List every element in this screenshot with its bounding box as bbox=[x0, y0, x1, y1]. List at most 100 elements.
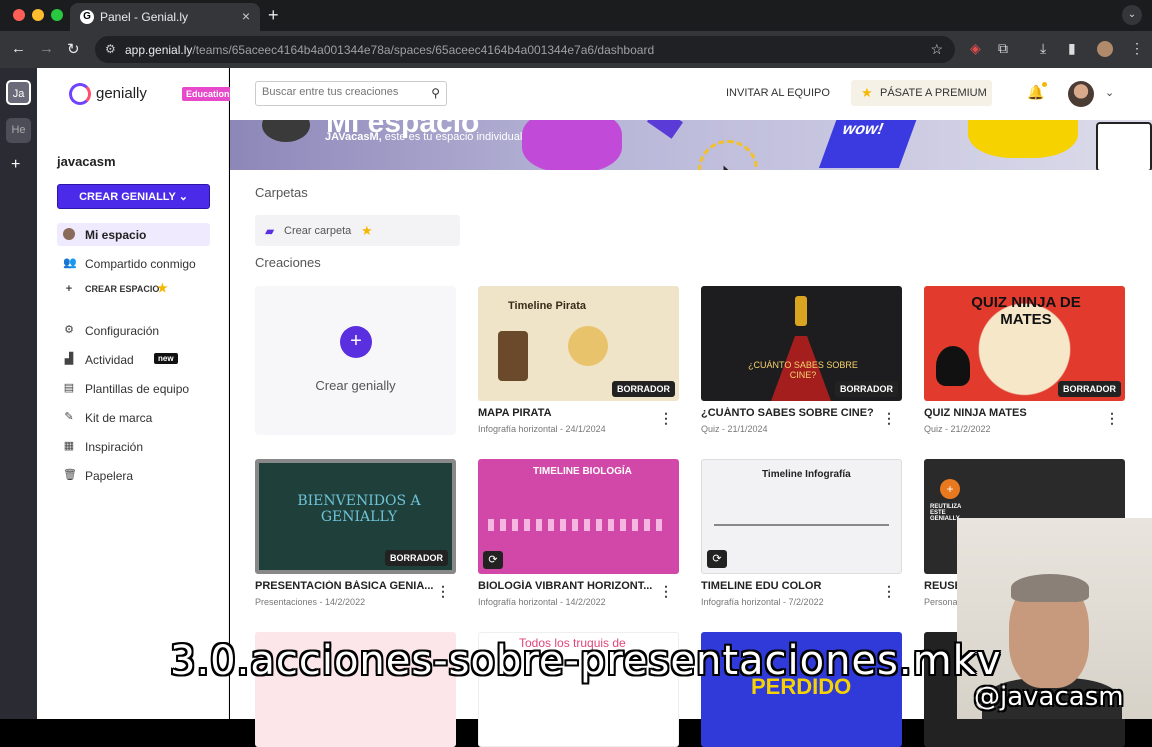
notifications-bell-icon[interactable]: 🔔 bbox=[1027, 82, 1048, 101]
plus-icon: + bbox=[340, 326, 372, 358]
back-icon[interactable]: ← bbox=[11, 40, 26, 57]
reload-icon[interactable]: ↻ bbox=[67, 40, 80, 58]
download-icon[interactable]: ⤓ bbox=[1040, 40, 1046, 57]
draft-badge: BORRADOR bbox=[385, 550, 448, 566]
create-genially-button[interactable]: CREAR GENIALLY ⌄ bbox=[57, 184, 210, 209]
minimize-window-button[interactable] bbox=[32, 9, 44, 21]
search-box[interactable]: ⚲ bbox=[255, 81, 447, 106]
puzzle-icon[interactable]: ⧉ bbox=[998, 40, 1008, 57]
create-folder-button[interactable]: ▰ Crear carpeta ★ bbox=[255, 215, 460, 246]
card-thumbnail[interactable]: TIMELINE BIOLOGÍA ⟳ bbox=[478, 459, 679, 574]
browser-toolbar: ← → ↻ ⚙ app.genial.ly/teams/65aceec4164b… bbox=[0, 31, 1152, 68]
sidepanel-icon[interactable]: ▮ bbox=[1068, 40, 1076, 57]
video-filename-overlay: 3.0.acciones-sobre-presentaciones.mkv bbox=[170, 638, 1002, 684]
card-meta: Persona bbox=[924, 597, 958, 607]
sidebar: genially Education javacasm CREAR GENIAL… bbox=[37, 68, 234, 719]
card-thumbnail[interactable]: Timeline Infografía ⟳ bbox=[701, 459, 902, 574]
tab-close-icon[interactable]: × bbox=[242, 8, 250, 24]
sync-icon: ⟳ bbox=[707, 550, 727, 568]
banner-decoration bbox=[968, 120, 1078, 158]
browser-titlebar: G Panel - Genial.ly × + ⌄ bbox=[0, 0, 1152, 31]
users-icon: 👥 bbox=[63, 257, 77, 269]
browser-tab[interactable]: G Panel - Genial.ly × bbox=[70, 3, 260, 31]
sync-icon: ⟳ bbox=[483, 551, 503, 569]
workspace-ja[interactable]: Ja bbox=[6, 80, 31, 105]
sidebar-item-papelera[interactable]: 🗑 Papelera bbox=[57, 464, 210, 487]
ninja-illustration bbox=[936, 346, 970, 386]
profile-icon[interactable] bbox=[1097, 41, 1113, 57]
gear-icon: ⚙ bbox=[64, 324, 74, 336]
education-badge: Education bbox=[182, 87, 234, 101]
card-title: BIOLOGÍA VIBRANT HORIZONT... bbox=[478, 580, 653, 592]
tab-search-icon[interactable]: ⌄ bbox=[1122, 5, 1142, 25]
card-menu-icon[interactable]: ⋮ bbox=[659, 583, 673, 600]
new-badge: new bbox=[154, 353, 178, 364]
chevron-down-icon: ⌄ bbox=[178, 191, 188, 203]
sidebar-item-configuracion[interactable]: ⚙ Configuración bbox=[57, 319, 210, 342]
template-icon: ▤ bbox=[63, 382, 75, 394]
card-thumbnail[interactable]: Timeline Pirata BORRADOR bbox=[478, 286, 679, 401]
add-workspace-button[interactable]: + bbox=[11, 156, 20, 174]
forward-icon[interactable]: → bbox=[39, 40, 54, 57]
card-meta: Infografía horizontal - 14/2/2022 bbox=[478, 597, 606, 607]
sidebar-item-mi-espacio[interactable]: Mi espacio bbox=[57, 223, 210, 246]
card-menu-icon[interactable]: ⋮ bbox=[1105, 410, 1119, 427]
new-tab-button[interactable]: + bbox=[268, 5, 279, 26]
banner-decoration bbox=[522, 120, 622, 170]
genially-logo-icon bbox=[69, 83, 91, 105]
create-genially-card[interactable]: + Crear genially bbox=[255, 286, 456, 435]
card-menu-icon[interactable]: ⋮ bbox=[659, 410, 673, 427]
draft-badge: BORRADOR bbox=[612, 381, 675, 397]
sidebar-item-compartido[interactable]: 👥 Compartido conmigo bbox=[57, 252, 210, 275]
card-menu-icon[interactable]: ⋮ bbox=[882, 410, 896, 427]
plus-icon: + bbox=[940, 479, 960, 499]
bookmark-star-icon[interactable]: ☆ bbox=[930, 41, 943, 58]
brand-name: genially bbox=[96, 85, 147, 102]
inspiration-icon: ▦ bbox=[63, 440, 75, 452]
premium-star-icon: ★ bbox=[157, 281, 168, 295]
folders-heading: Carpetas bbox=[255, 185, 308, 200]
draft-badge: BORRADOR bbox=[835, 381, 898, 397]
user-avatar[interactable] bbox=[1068, 81, 1094, 107]
sidebar-item-actividad[interactable]: ▟ Actividad new bbox=[57, 348, 210, 371]
sidebar-item-crear-espacio[interactable]: + CREAR ESPACIO ★ bbox=[57, 278, 210, 301]
pocket-icon[interactable]: ◈ bbox=[970, 40, 981, 57]
invite-team-button[interactable]: INVITAR AL EQUIPO bbox=[726, 87, 830, 99]
workspace-he[interactable]: He bbox=[6, 118, 31, 143]
card-title: QUIZ NINJA MATES bbox=[924, 407, 1027, 419]
banner-decoration bbox=[646, 120, 684, 139]
tab-title: Panel - Genial.ly bbox=[100, 10, 189, 24]
maximize-window-button[interactable] bbox=[51, 9, 63, 21]
creator-handle-overlay: @javacasm bbox=[974, 682, 1124, 712]
card-title: MAPA PIRATA bbox=[478, 407, 552, 419]
sidebar-item-plantillas[interactable]: ▤ Plantillas de equipo bbox=[57, 377, 210, 400]
card-thumbnail[interactable]: ¿CUÁNTO SABES SOBRE CINE? BORRADOR bbox=[701, 286, 902, 401]
oscar-illustration bbox=[795, 296, 807, 326]
sidebar-item-inspiracion[interactable]: ▦ Inspiración bbox=[57, 435, 210, 458]
chevron-down-icon[interactable]: ⌄ bbox=[1105, 86, 1114, 99]
card-title: TIMELINE EDU COLOR bbox=[701, 580, 822, 592]
card-menu-icon[interactable]: ⋮ bbox=[436, 583, 450, 600]
search-icon[interactable]: ⚲ bbox=[431, 86, 440, 100]
kebab-icon[interactable]: ⋮ bbox=[1130, 40, 1144, 57]
banner-avatar bbox=[262, 120, 310, 142]
bar-chart-icon: ▟ bbox=[64, 353, 74, 365]
card-meta: Infografía horizontal - 7/2/2022 bbox=[701, 597, 824, 607]
user-avatar-icon bbox=[63, 228, 75, 240]
sidebar-item-kit-marca[interactable]: ✎ Kit de marca bbox=[57, 406, 210, 429]
timeline-line bbox=[714, 524, 889, 526]
search-input[interactable] bbox=[262, 86, 422, 98]
workspace-rail: Ja He + bbox=[0, 68, 37, 719]
card-menu-icon[interactable]: ⋮ bbox=[882, 583, 896, 600]
premium-star-icon: ★ bbox=[861, 85, 873, 100]
app-topbar: ⚲ INVITAR AL EQUIPO ★ PÁSATE A PREMIUM 🔔… bbox=[230, 68, 1152, 120]
pirate-illustration bbox=[498, 331, 528, 381]
close-window-button[interactable] bbox=[13, 9, 25, 21]
address-bar[interactable]: ⚙ app.genial.ly/teams/65aceec4164b4a0013… bbox=[95, 36, 955, 63]
card-thumbnail[interactable]: QUIZ NINJA DE MATES BORRADOR bbox=[924, 286, 1125, 401]
premium-button[interactable]: ★ PÁSATE A PREMIUM bbox=[851, 80, 992, 106]
site-info-icon[interactable]: ⚙ bbox=[105, 42, 116, 56]
card-thumbnail[interactable]: BIENVENIDOS A GENIALLY BORRADOR bbox=[255, 459, 456, 574]
username: javacasm bbox=[57, 154, 116, 169]
map-illustration bbox=[568, 326, 608, 366]
